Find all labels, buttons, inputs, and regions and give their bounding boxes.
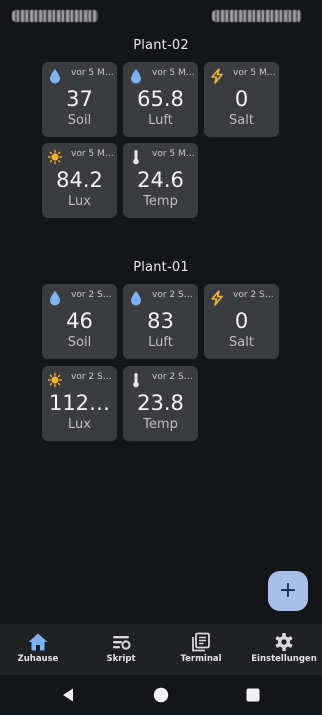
tile-value: 112… [48,391,111,415]
nav-label: Einstellungen [251,654,317,664]
status-icons-blurred [212,10,302,22]
thermometer-icon [133,150,139,165]
group-title: Plant-02 [133,38,189,53]
nav-label: Skript [106,654,136,664]
sensor-tile-temp[interactable]: vor 2 Se… 23.8 Temp [123,366,198,441]
tile-value: 84.2 [56,168,103,192]
tile-label: Soil [67,113,92,128]
sun-icon [48,149,62,165]
nav-item-terminal[interactable]: Terminal [168,624,234,675]
system-nav-bar [0,675,322,715]
nav-label: Terminal [180,654,222,664]
tile-timestamp: vor 5 Mi… [71,68,115,78]
tile-label: Lux [68,194,91,209]
tile-timestamp: vor 5 Mi… [233,68,277,78]
sensor-tile-luft[interactable]: vor 2 Se… 83 Luft [123,284,198,359]
tile-label: Soil [67,335,92,350]
tile-label: Temp [143,194,178,209]
tile-label: Luft [148,335,173,350]
thermometer-icon [133,373,139,388]
tile-timestamp: vor 2 Se… [71,372,115,382]
water-drop-icon [131,291,141,306]
tile-value: 37 [66,87,93,111]
sensor-tile-salt[interactable]: vor 2 Se… 0 Salt [204,284,279,359]
home-circle-icon[interactable] [153,687,169,703]
sensor-tile-lux[interactable]: vor 5 Mi… 84.2 Lux [42,143,117,218]
nav-label: Zuhause [17,654,59,664]
tile-value: 65.8 [137,87,184,111]
tile-timestamp: vor 2 Se… [152,372,196,382]
tile-label: Salt [229,335,254,350]
tile-label: Lux [68,417,91,432]
script-icon [113,636,131,650]
water-drop-icon [50,69,60,84]
sensor-tile-soil[interactable]: vor 2 Se… 46 Soil [42,284,117,359]
add-button[interactable]: + [268,571,308,611]
lightning-bolt-icon [211,290,223,306]
sensor-tile-lux[interactable]: vor 2 Se… 112… Lux [42,366,117,441]
tile-label: Luft [148,113,173,128]
tile-value: 0 [234,309,249,333]
gear-icon [275,633,293,651]
tile-timestamp: vor 5 Mi… [152,68,196,78]
nav-item-skript[interactable]: Skript [88,624,154,675]
tile-label: Temp [143,417,178,432]
tile-value: 23.8 [137,391,184,415]
tile-timestamp: vor 5 Mi… [71,149,115,159]
status-bar [0,0,322,34]
sensor-tile-luft[interactable]: vor 5 Mi… 65.8 Luft [123,62,198,137]
sensor-tile-temp[interactable]: vor 5 Mi… 24.6 Temp [123,143,198,218]
nav-item-einstellungen[interactable]: Einstellungen [248,624,320,675]
lightning-bolt-icon [211,68,223,84]
tile-label: Salt [229,113,254,128]
terminal-icon [192,632,210,652]
back-icon[interactable] [61,687,77,703]
status-time-blurred [12,10,98,22]
sun-icon [48,372,62,388]
nav-item-zuhause[interactable]: Zuhause [5,624,71,675]
water-drop-icon [131,69,141,84]
tile-value: 83 [147,309,174,333]
tile-value: 0 [234,87,249,111]
water-drop-icon [50,291,60,306]
group-title: Plant-01 [133,260,189,275]
recents-icon[interactable] [246,688,260,702]
tile-value: 46 [66,309,93,333]
tile-timestamp: vor 2 Se… [233,290,277,300]
bottom-nav: Zuhause Skript Terminal Einstellungen [0,624,322,675]
tile-value: 24.6 [137,168,184,192]
home-icon [28,633,48,651]
sensor-tile-salt[interactable]: vor 5 Mi… 0 Salt [204,62,279,137]
tile-timestamp: vor 2 Se… [71,290,115,300]
tile-timestamp: vor 5 Mi… [152,149,196,159]
sensor-tile-soil[interactable]: vor 5 Mi… 37 Soil [42,62,117,137]
tile-timestamp: vor 2 Se… [152,290,196,300]
